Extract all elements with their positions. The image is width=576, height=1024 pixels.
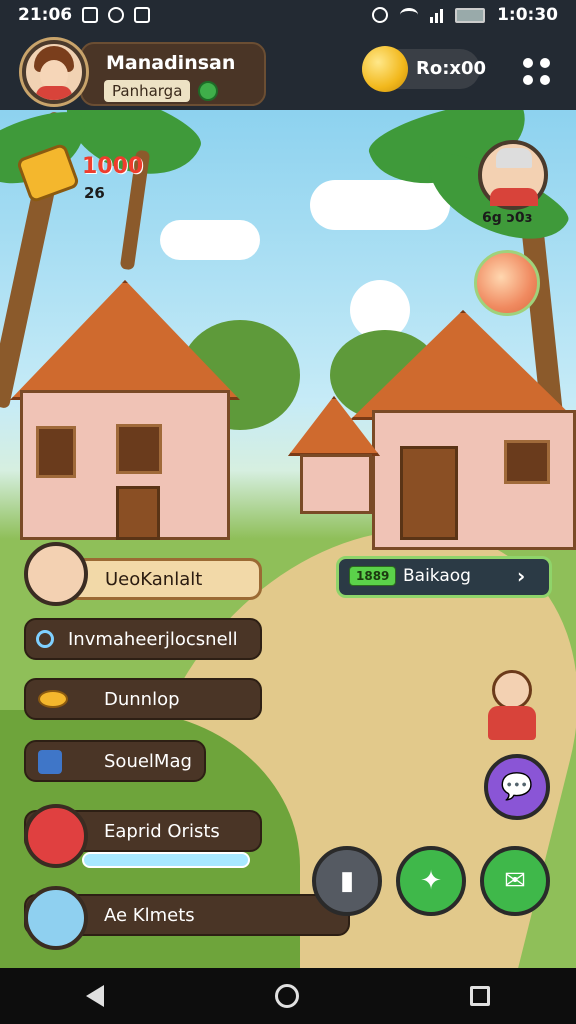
house-window: [36, 426, 76, 478]
side-menu-item[interactable]: Invmaheerjlocsnell: [24, 618, 262, 660]
sync-icon: [372, 7, 389, 23]
menu-dots-icon[interactable]: [523, 58, 551, 86]
food-icon: [38, 690, 68, 708]
recent-apps-icon[interactable]: [470, 986, 491, 1006]
house-door: [400, 446, 458, 540]
side-menu-item[interactable]: SouelMag: [24, 740, 206, 782]
quest-button[interactable]: 1889 Baikaog ›: [336, 556, 552, 598]
side-menu-item[interactable]: Dunnlop: [24, 678, 262, 720]
profile-name: Manadinsan: [106, 52, 236, 74]
character-avatar-icon[interactable]: [24, 542, 88, 606]
side-menu-label: SouelMag: [104, 751, 192, 772]
resource-amount: 1000: [82, 154, 144, 179]
gem-icon: [198, 81, 218, 101]
side-menu-label: Invmaheerjlocsnell: [68, 629, 238, 650]
cloud: [160, 220, 260, 260]
top-hud: Manadinsan Panharga Ro:x00: [0, 30, 576, 110]
currency-display[interactable]: Ro:x00: [362, 46, 486, 92]
system-nav-bar: [0, 968, 576, 1024]
notification-icon: [82, 7, 99, 23]
status-clock: 1:0:30: [497, 5, 558, 25]
npc-label: 6g ɔ0ɜ: [482, 210, 533, 226]
signal-icon: [430, 7, 444, 23]
status-time: 21:06: [18, 5, 73, 25]
coin-icon: [362, 46, 408, 92]
house-window: [504, 440, 550, 484]
side-menu-label: Ae Klmets: [104, 905, 195, 926]
quest-tag: 1889: [349, 566, 397, 586]
currency-label: Ro:x00: [416, 58, 487, 79]
side-menu-item[interactable]: UeoKanlalt: [66, 558, 262, 600]
status-bar: 21:06 1:0:30: [0, 0, 576, 30]
bonus-orb[interactable]: [474, 250, 540, 316]
player-avatar[interactable]: [22, 40, 86, 104]
message-icon[interactable]: ✉: [480, 846, 550, 916]
villager-character[interactable]: [470, 670, 550, 750]
npc-avatar[interactable]: [478, 140, 548, 210]
map-icon[interactable]: ✦: [396, 846, 466, 916]
home-icon[interactable]: [274, 984, 299, 1008]
progress-bar: [82, 852, 250, 868]
profile-subtitle: Panharga: [104, 80, 191, 102]
inventory-button[interactable]: ▮: [312, 846, 382, 916]
chevron-right-icon: ›: [517, 564, 526, 588]
house-wall: [300, 454, 372, 514]
profile-plate[interactable]: Manadinsan Panharga: [80, 42, 266, 106]
potion-icon: [38, 750, 62, 774]
quest-label: Baikaog: [403, 566, 471, 586]
heart-chat-icon[interactable]: [24, 886, 88, 950]
side-menu-label: Eaprid Orists: [104, 821, 220, 842]
wrench-icon: [36, 630, 54, 648]
chat-icon[interactable]: 💬: [484, 754, 550, 820]
side-menu-label: Dunnlop: [104, 689, 180, 710]
village-scene[interactable]: 1000 26 6g ɔ0ɜ 1889 Baikaog › UeoKanlalt…: [0, 110, 576, 968]
app-notification-icon: [108, 7, 125, 23]
house-window: [116, 424, 162, 474]
resource-sub: 26: [84, 184, 105, 202]
battery-icon: [455, 7, 486, 23]
wifi-icon: [400, 8, 419, 22]
house-door: [116, 486, 160, 540]
back-icon[interactable]: [85, 985, 104, 1007]
calendar-icon: [134, 7, 151, 23]
shield-icon[interactable]: [24, 804, 88, 868]
side-menu-label: UeoKanlalt: [105, 569, 203, 590]
cloud: [310, 180, 450, 230]
